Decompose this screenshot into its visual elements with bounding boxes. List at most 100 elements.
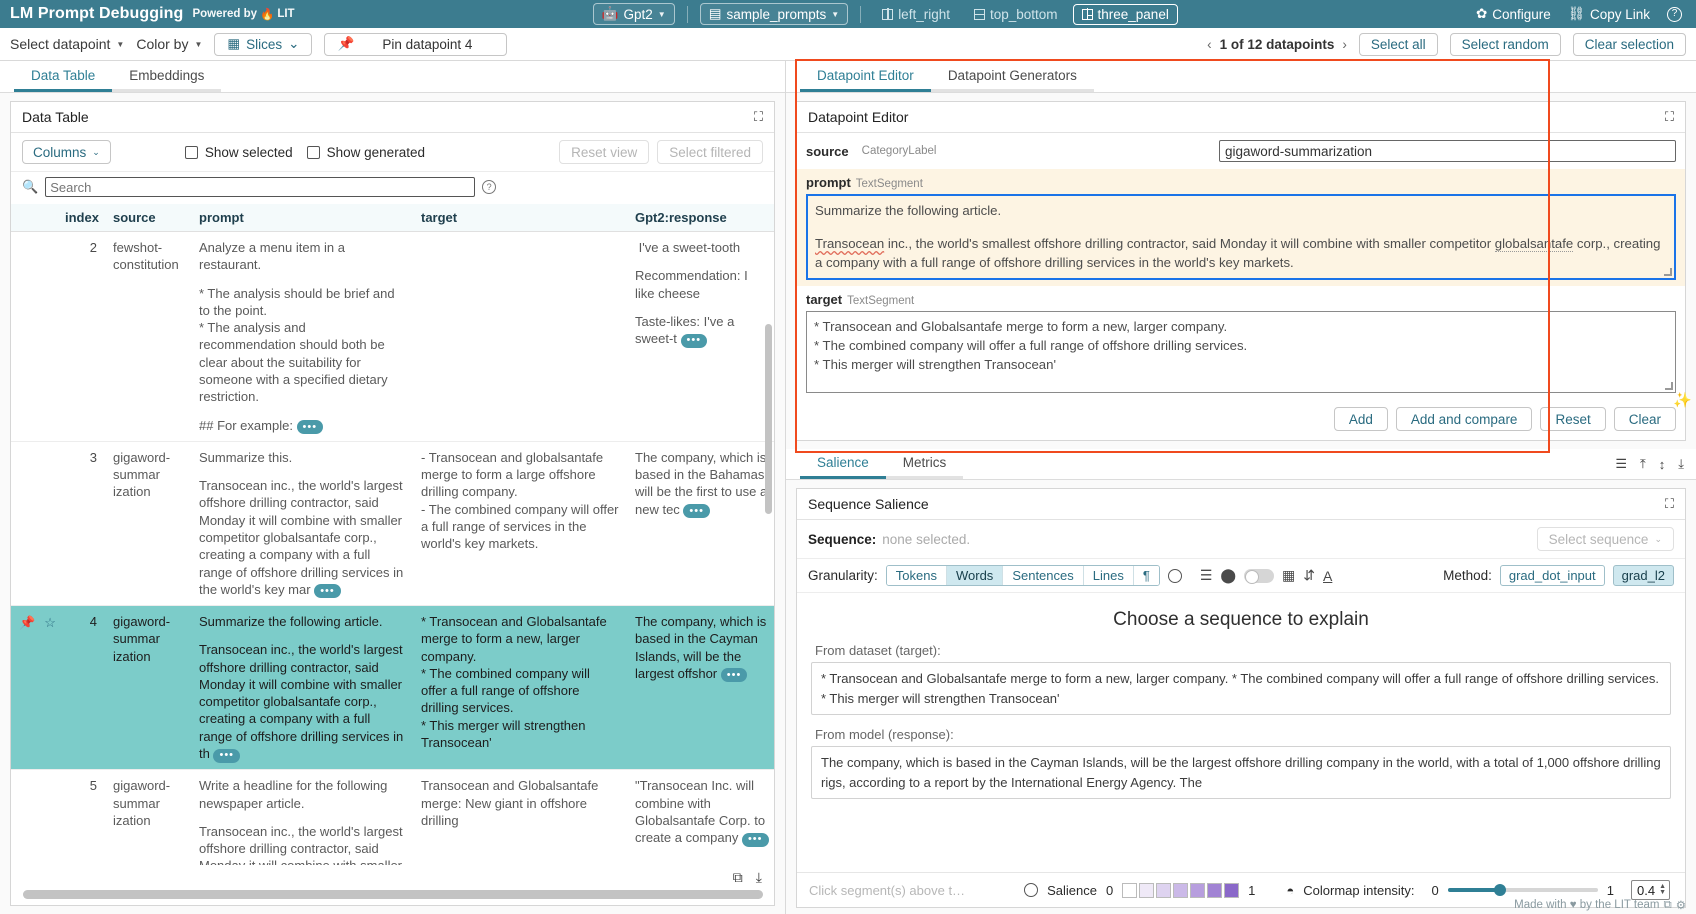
divider [687,6,688,23]
source-input[interactable] [1219,140,1676,162]
reset-button[interactable]: Reset [1540,407,1605,431]
tab-salience[interactable]: Salience [800,449,886,479]
resize-handle-icon[interactable] [1664,268,1672,276]
topbar-right-group: ✿ Configure ⛓ Copy Link ? [1476,6,1686,22]
color-by-dropdown[interactable]: Color by ▼ [136,36,202,52]
colormap-value-stepper[interactable]: 0.4 ▲▼ [1631,880,1670,900]
layout-top-bottom[interactable]: top_bottom [965,4,1067,25]
tab-data-table[interactable]: Data Table [14,62,112,92]
granularity-words[interactable]: Words [947,566,1003,585]
colormap-intensity-slider[interactable] [1448,888,1598,892]
configure-button[interactable]: ✿ Configure [1476,6,1551,22]
tab-datapoint-generators[interactable]: Datapoint Generators [931,62,1094,92]
method-grad-l2[interactable]: grad_l2 [1613,565,1674,586]
slider-knob[interactable] [1494,884,1506,896]
select-random-button[interactable]: Select random [1450,33,1561,56]
table-vertical-scrollbar[interactable] [765,324,772,514]
columns-button[interactable]: Columns ⌄ [22,140,111,164]
granularity-settings-icon[interactable] [1168,569,1182,583]
granularity-tokens[interactable]: Tokens [887,566,947,585]
star-icon[interactable]: ☆ [44,614,56,631]
granularity-lines[interactable]: Lines [1084,566,1134,585]
target-textarea[interactable]: * Transocean and Globalsantafe merge to … [806,311,1676,393]
tab-metrics[interactable]: Metrics [886,449,964,479]
sparkle-icon[interactable]: ✨ [1673,391,1692,409]
layout-three-panel[interactable]: three_panel [1073,4,1178,25]
expand-down-icon[interactable]: ⤓ [1678,456,1684,472]
expand-text-icon[interactable]: ••• [297,420,324,434]
reset-view-button[interactable]: Reset view [559,140,649,164]
expand-icon[interactable]: ⛶ [754,109,763,125]
search-input[interactable] [45,177,475,197]
table-row[interactable]: 5 gigaword-summarization Write a headlin… [11,770,774,865]
resize-handle-icon[interactable] [1665,382,1673,390]
copy-icon[interactable]: ⧉ [733,869,743,886]
dataset-selector[interactable]: ▤ sample_prompts ▼ [700,3,848,25]
granularity-sentences[interactable]: Sentences [1003,566,1083,585]
model-selector[interactable]: 🤖 Gpt2 ▼ [593,3,675,25]
font-size-icon[interactable]: A [1323,568,1332,584]
from-model-text[interactable]: The company, which is based in the Cayma… [811,746,1671,799]
grid-view-icon[interactable]: ▦ [1282,567,1295,584]
layout-left-right[interactable]: left_right [873,4,959,25]
select-filtered-button[interactable]: Select filtered [657,140,763,164]
select-datapoint-dropdown[interactable]: Select datapoint ▼ [10,36,124,52]
from-dataset-text[interactable]: * Transocean and Globalsantafe merge to … [811,662,1671,715]
expand-icon[interactable]: ⛶ [1665,496,1674,512]
dark-mode-toggle[interactable] [1244,569,1274,583]
search-help-icon[interactable]: ? [482,180,496,194]
expand-text-icon[interactable]: ••• [213,749,240,763]
model-name: Gpt2 [624,7,653,22]
stepper-arrows-icon[interactable]: ▲▼ [1659,884,1666,896]
copy-link-label: Copy Link [1590,7,1650,22]
granularity-label: Granularity: [808,568,878,583]
footer-icon-1[interactable]: ⧉ [1663,899,1671,912]
expand-text-icon[interactable]: ••• [742,833,769,847]
scrollbar-thumb[interactable] [23,890,763,899]
col-index[interactable]: index [57,204,105,232]
slices-button[interactable]: ▦ Slices ⌄ [214,33,312,56]
add-and-compare-button[interactable]: Add and compare [1396,407,1533,431]
tab-datapoint-editor[interactable]: Datapoint Editor [800,62,931,92]
clear-selection-button[interactable]: Clear selection [1573,33,1686,56]
expand-text-icon[interactable]: ••• [314,584,341,598]
tab-embeddings[interactable]: Embeddings [112,62,221,92]
show-selected-checkbox[interactable]: Show selected [185,145,293,160]
footer-icon-2[interactable]: ⚙ [1676,898,1686,912]
align-icon[interactable]: ⇵ [1303,567,1315,584]
col-response[interactable]: Gpt2:response [627,204,774,232]
help-icon[interactable]: ? [1667,7,1682,22]
center-icon[interactable]: ↕ [1659,457,1666,472]
prompt-textarea[interactable]: Summarize the following article. Transoc… [806,194,1676,280]
density-lines-icon[interactable]: ☰ [1200,567,1213,584]
col-prompt[interactable]: prompt [191,204,413,232]
menu-icon[interactable]: ☰ [1615,456,1627,472]
table-horizontal-scrollbar[interactable] [23,890,762,899]
salience-settings-icon[interactable] [1024,883,1038,897]
method-grad-dot-input[interactable]: grad_dot_input [1500,565,1605,586]
expand-text-icon[interactable]: ••• [681,334,708,348]
pin-icon[interactable]: 📌 [19,614,35,631]
col-source[interactable]: source [105,204,191,232]
granularity-paragraphs[interactable]: ¶ [1134,566,1159,585]
add-button[interactable]: Add [1334,407,1388,431]
select-sequence-button[interactable]: Select sequence ⌄ [1537,527,1674,551]
select-all-button[interactable]: Select all [1359,33,1438,56]
table-row[interactable]: 2 fewshot-constitution Analyze a menu it… [11,232,774,442]
copy-link-button[interactable]: ⛓ Copy Link [1568,6,1650,22]
show-generated-checkbox[interactable]: Show generated [307,145,425,160]
expand-text-icon[interactable]: ••• [721,668,748,682]
col-target[interactable]: target [413,204,627,232]
expand-icon[interactable]: ⛶ [1665,109,1674,125]
download-icon[interactable]: ⤓ [756,869,762,886]
table-row[interactable]: 📌 ☆ 4 gigaword-summarization Summarize t… [11,606,774,770]
expand-text-icon[interactable]: ••• [683,504,710,518]
collapse-up-icon[interactable]: ⤒ [1640,456,1646,472]
pin-datapoint-button[interactable]: 📌 Pin datapoint 4 [324,33,507,56]
clear-button[interactable]: Clear [1614,407,1676,431]
data-table-scroll-region[interactable]: index source prompt target Gpt2:response… [11,204,774,865]
prev-datapoint-button[interactable]: ‹ [1207,37,1212,52]
next-datapoint-button[interactable]: › [1342,37,1347,52]
contrast-circle-icon[interactable]: ⬤ [1220,567,1236,584]
table-row[interactable]: 3 gigaword-summarization Summarize this.… [11,441,774,605]
